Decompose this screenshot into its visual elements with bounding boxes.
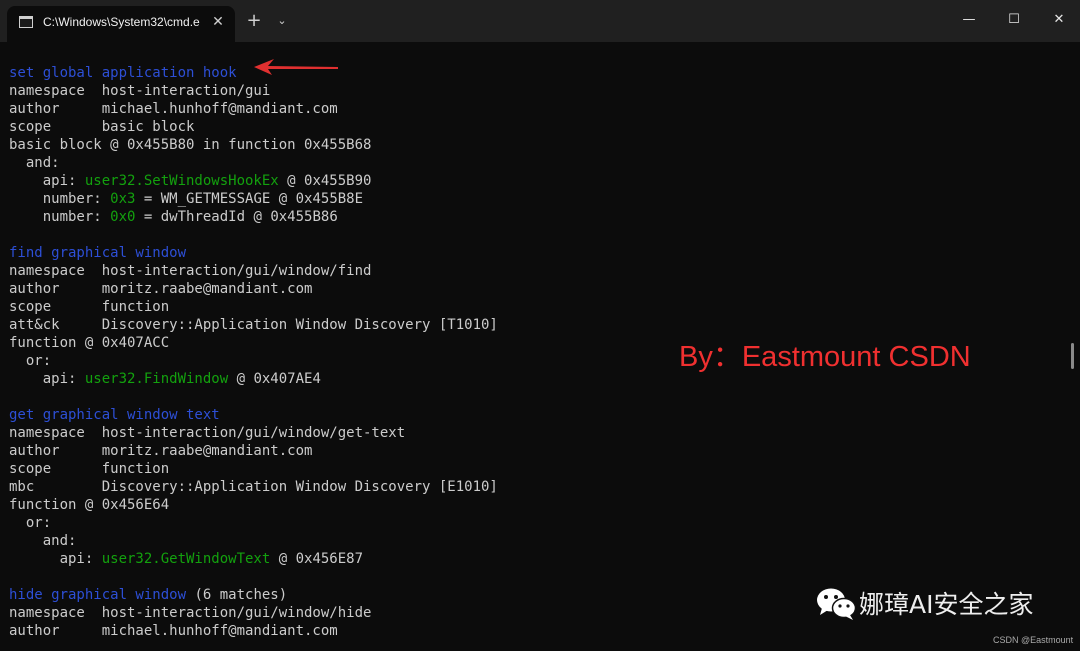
scrollbar-thumb[interactable] xyxy=(1071,343,1074,369)
match-count: (6 matches) xyxy=(186,587,288,603)
rule-name: find graphical window xyxy=(9,245,187,261)
output-line: namespace host-interaction/gui/window/ge… xyxy=(9,425,406,441)
minimize-button[interactable]: — xyxy=(951,6,987,34)
terminal-tab[interactable]: C:\Windows\System32\cmd.e ✕ xyxy=(7,6,235,42)
credit-text: CSDN @Eastmount xyxy=(993,635,1074,645)
output-line: hide graphical window (6 matches) xyxy=(9,586,287,604)
output-line: author moritz.raabe@mandiant.com xyxy=(9,443,313,459)
output-line: basic block @ 0x455B80 in function 0x455… xyxy=(9,137,372,153)
new-tab-button[interactable]: + xyxy=(243,10,265,32)
line-suffix: @ 0x455B90 xyxy=(278,173,372,189)
brand-name: 娜璋AI安全之家 xyxy=(859,590,1034,619)
api-name: user32.GetWindowText xyxy=(101,551,271,567)
output-line: scope function xyxy=(9,461,170,477)
line-prefix: api: xyxy=(9,551,102,567)
title-bar: C:\Windows\System32\cmd.e ✕ + ⌄ — ☐ ✕ xyxy=(0,0,1080,42)
output-line: namespace host-interaction/gui/window/fi… xyxy=(9,263,372,279)
output-line: number: 0x0 = dwThreadId @ 0x455B86 xyxy=(9,208,338,226)
output-line: and: xyxy=(9,533,77,549)
api-name: user32.SetWindowsHookEx xyxy=(84,173,279,189)
output-line: function @ 0x407ACC xyxy=(9,335,170,351)
output-line: mbc Discovery::Application Window Discov… xyxy=(9,479,498,495)
close-window-button[interactable]: ✕ xyxy=(1041,6,1077,34)
maximize-button[interactable]: ☐ xyxy=(996,6,1032,34)
close-tab-icon[interactable]: ✕ xyxy=(207,11,229,33)
output-line: or: xyxy=(9,515,52,531)
output-line: api: user32.FindWindow @ 0x407AE4 xyxy=(9,370,321,388)
line-suffix: @ 0x407AE4 xyxy=(228,371,321,387)
tab-title: C:\Windows\System32\cmd.e xyxy=(43,15,200,29)
brand-logo: 娜璋AI安全之家 xyxy=(815,585,1033,621)
output-line: att&ck Discovery::Application Window Dis… xyxy=(9,317,498,333)
line-prefix: number: xyxy=(9,209,111,225)
rule-name: get graphical window text xyxy=(9,407,220,423)
output-line: function @ 0x456E64 xyxy=(9,497,170,513)
output-line: author michael.hunhoff@mandiant.com xyxy=(9,623,338,639)
line-suffix: = WM_GETMESSAGE @ 0x455B8E xyxy=(135,191,364,207)
output-line: namespace host-interaction/gui xyxy=(9,83,271,99)
chevron-down-icon[interactable]: ⌄ xyxy=(272,10,292,32)
rule-name: hide graphical window xyxy=(9,587,187,603)
line-prefix: number: xyxy=(9,191,111,207)
output-line: scope basic block xyxy=(9,119,195,135)
line-suffix: = dwThreadId @ 0x455B86 xyxy=(135,209,338,225)
output-line: number: 0x3 = WM_GETMESSAGE @ 0x455B8E xyxy=(9,190,363,208)
api-name: user32.FindWindow xyxy=(84,371,229,387)
output-line: api: user32.SetWindowsHookEx @ 0x455B90 xyxy=(9,172,372,190)
rule-name: set global application hook xyxy=(9,65,237,81)
number-value: 0x0 xyxy=(110,209,136,225)
output-line: or: xyxy=(9,353,52,369)
output-line: scope function xyxy=(9,299,170,315)
wechat-icon xyxy=(817,588,857,620)
watermark-text: By：Eastmount CSDN xyxy=(679,341,971,373)
line-prefix: api: xyxy=(9,371,85,387)
number-value: 0x3 xyxy=(110,191,136,207)
terminal-icon xyxy=(19,16,33,28)
output-line: and: xyxy=(9,155,60,171)
output-line: namespace host-interaction/gui/window/hi… xyxy=(9,605,372,621)
red-arrow-icon xyxy=(254,59,338,75)
output-line: api: user32.GetWindowText @ 0x456E87 xyxy=(9,550,363,568)
output-line: author michael.hunhoff@mandiant.com xyxy=(9,101,338,117)
line-suffix: @ 0x456E87 xyxy=(270,551,364,567)
output-line: author moritz.raabe@mandiant.com xyxy=(9,281,313,297)
line-prefix: api: xyxy=(9,173,85,189)
